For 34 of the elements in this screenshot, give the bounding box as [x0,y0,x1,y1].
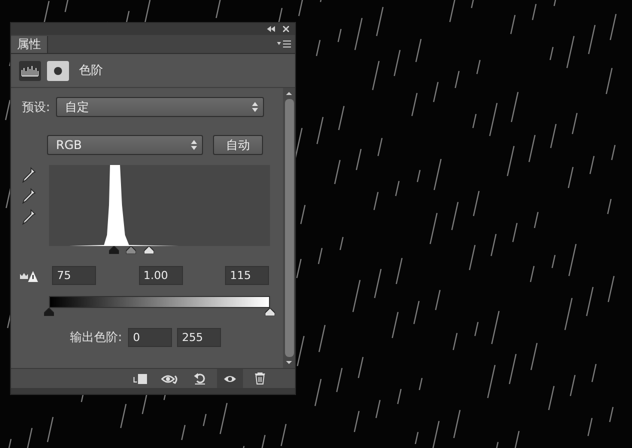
input-level-field[interactable]: 1.00 [138,266,182,285]
preset-label: 预设: [22,98,50,116]
visibility-button[interactable] [217,369,243,388]
scroll-up-icon[interactable] [286,92,292,95]
input-level-field[interactable]: 115 [225,266,269,285]
preset-select[interactable]: 自定 [56,97,264,117]
clipping-warning-icon [19,268,39,282]
scroll-down-icon[interactable] [286,361,292,364]
panel-tab[interactable]: 属性 [11,36,48,53]
eyedropper-icon[interactable] [22,209,36,225]
updown-arrows-icon [191,140,197,150]
levels-icon[interactable] [19,60,41,80]
updown-arrows-icon [252,102,258,112]
slider-handle[interactable] [265,308,275,316]
reset-icon [193,372,207,385]
auto-button[interactable]: 自动 [213,135,263,155]
trash-icon [254,372,266,385]
clip-layer-icon [132,372,148,384]
eyedropper-icon[interactable] [22,167,36,183]
slider-handle[interactable] [44,308,54,316]
channel-select[interactable]: RGB [47,135,203,155]
adjustment-title: 色阶 [79,62,103,79]
close-icon[interactable] [283,26,289,32]
mask-icon[interactable] [47,60,69,80]
scrollbar[interactable] [283,88,295,368]
output-level-field[interactable]: 255 [177,328,222,347]
collapse-icon[interactable] [267,26,275,32]
output-level-field[interactable]: 0 [128,328,172,347]
panel-menu-icon[interactable] [277,40,291,48]
output-levels-label: 输出色阶: [70,329,122,346]
eyedropper-icon[interactable] [22,188,36,204]
eye-arrow-icon [161,372,179,384]
input-level-field[interactable]: 75 [52,266,96,285]
eye-icon [223,374,237,384]
